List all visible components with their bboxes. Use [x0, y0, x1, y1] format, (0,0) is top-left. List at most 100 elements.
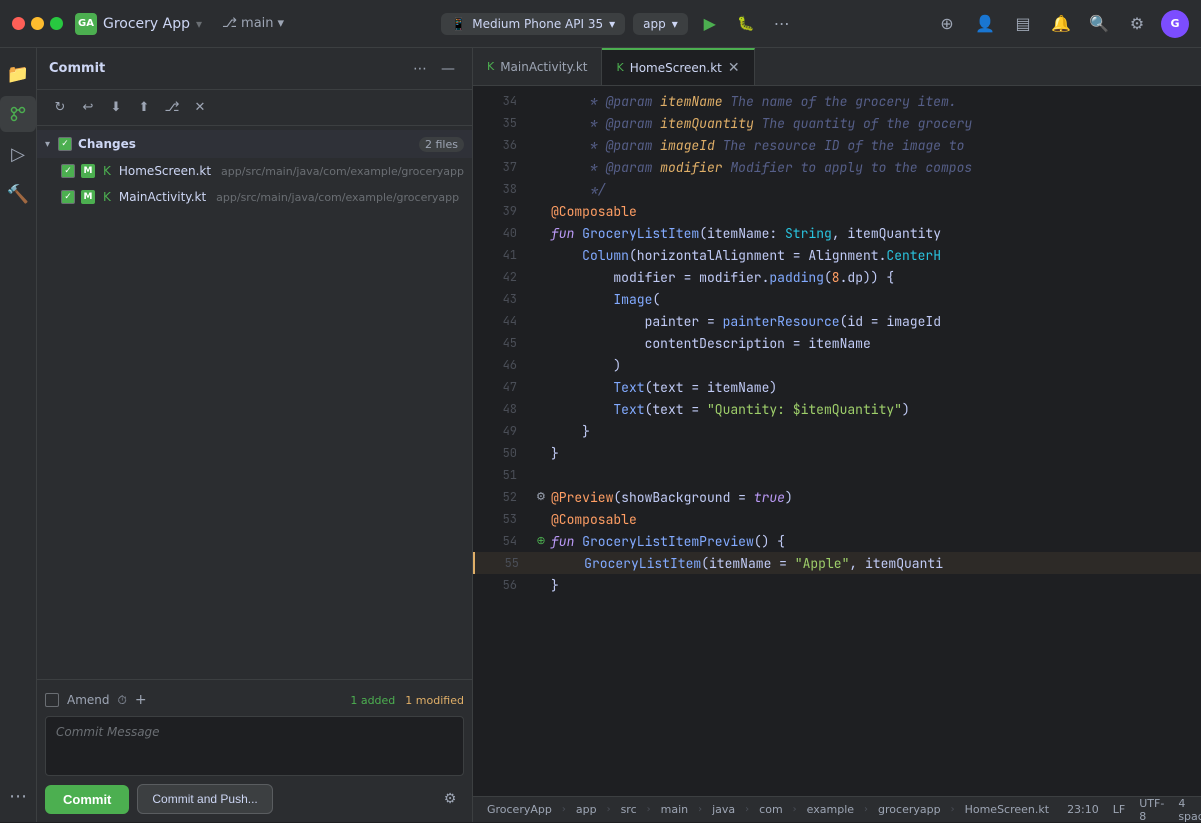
- push-btn[interactable]: ⬆: [131, 95, 157, 121]
- charset[interactable]: UTF-8: [1133, 797, 1170, 823]
- settings-icon[interactable]: ⚙: [1123, 10, 1151, 38]
- code-line: 50}: [473, 442, 1201, 464]
- indent-setting[interactable]: 4 spaces: [1172, 797, 1201, 823]
- file-path-homescreen: app/src/main/java/com/example/groceryapp: [221, 165, 464, 178]
- branch-btn[interactable]: ⎇: [159, 95, 185, 121]
- target-selector[interactable]: app ▾: [633, 13, 688, 35]
- search-icon[interactable]: 🔍: [1085, 10, 1113, 38]
- chevron-down-icon: ▾: [45, 139, 50, 150]
- line-number: 43: [481, 291, 517, 307]
- line-number: 37: [481, 159, 517, 175]
- breadcrumb-item[interactable]: GroceryApp: [481, 803, 558, 816]
- undo-btn[interactable]: ↩: [75, 95, 101, 121]
- code-line: 52⚙@Preview(showBackground = true): [473, 486, 1201, 508]
- breadcrumb-separator: ›: [698, 804, 702, 815]
- tab-label-mainactivity: MainActivity.kt: [500, 60, 587, 74]
- tab-homescreen[interactable]: K HomeScreen.kt ✕: [602, 48, 754, 85]
- line-number: 52: [481, 489, 517, 505]
- minimize-window-btn[interactable]: [31, 17, 44, 30]
- breadcrumb-item[interactable]: HomeScreen.kt: [959, 803, 1055, 816]
- activity-build[interactable]: 🔨: [0, 176, 36, 212]
- maximize-window-btn[interactable]: [50, 17, 63, 30]
- breadcrumb-item[interactable]: example: [801, 803, 860, 816]
- line-content: * @param modifier Modifier to apply to t…: [551, 159, 972, 176]
- titlebar: GA Grocery App ▾ ⎇ main ▾ 📱 Medium Phone…: [0, 0, 1201, 48]
- tab-mainactivity[interactable]: K MainActivity.kt: [473, 48, 603, 85]
- profile-icon[interactable]: 👤: [971, 10, 999, 38]
- amend-stats: 1 added 1 modified: [350, 694, 464, 707]
- line-number: 36: [481, 137, 517, 153]
- kotlin-file-icon-mainactivity: K: [103, 190, 111, 204]
- line-content: Text(text = "Quantity: $itemQuantity"): [551, 401, 910, 418]
- more-options-btn[interactable]: ⋯: [768, 10, 796, 38]
- line-content: @Composable: [551, 203, 637, 220]
- commit-message-placeholder: Commit Message: [56, 725, 160, 739]
- line-content: }: [551, 423, 590, 440]
- cursor-position[interactable]: 23:10: [1061, 803, 1105, 816]
- device-selector[interactable]: 📱 Medium Phone API 35 ▾: [441, 13, 625, 35]
- activity-more[interactable]: ⋯: [0, 778, 36, 814]
- user-avatar[interactable]: G: [1161, 10, 1189, 38]
- history-icon[interactable]: ⏱: [118, 693, 127, 708]
- activity-files[interactable]: 📁: [0, 56, 36, 92]
- breadcrumb-separator: ›: [951, 804, 955, 815]
- select-all-checkbox[interactable]: [58, 137, 72, 151]
- code-line: 55 GroceryListItem(itemName = "Apple", i…: [473, 552, 1201, 574]
- expand-icon[interactable]: ⋯: [408, 57, 432, 81]
- refresh-btn[interactable]: ↻: [47, 95, 73, 121]
- breadcrumb-item[interactable]: com: [753, 803, 789, 816]
- breadcrumb-item[interactable]: main: [655, 803, 694, 816]
- code-editor[interactable]: 34 * @param itemName The name of the gro…: [473, 86, 1201, 796]
- run-manager-icon[interactable]: ▤: [1009, 10, 1037, 38]
- run-button[interactable]: ▶: [696, 10, 724, 38]
- line-content: contentDescription = itemName: [551, 335, 871, 352]
- kotlin-file-icon-homescreen: K: [103, 164, 111, 178]
- code-line: 56}: [473, 574, 1201, 596]
- line-number: 50: [481, 445, 517, 461]
- file-checkbox-mainactivity[interactable]: [61, 190, 75, 204]
- code-line: 43 Image(: [473, 288, 1201, 310]
- breadcrumb-item[interactable]: java: [706, 803, 741, 816]
- breadcrumb: GroceryApp›app›src›main›java›com›example…: [481, 803, 1055, 816]
- breadcrumb-item[interactable]: src: [615, 803, 643, 816]
- notifications-icon[interactable]: 🔔: [1047, 10, 1075, 38]
- add-icon[interactable]: +: [135, 692, 147, 708]
- code-line: 47 Text(text = itemName): [473, 376, 1201, 398]
- code-line: 48 Text(text = "Quantity: $itemQuantity"…: [473, 398, 1201, 420]
- line-content: Text(text = itemName): [551, 379, 777, 396]
- tab-close-homescreen[interactable]: ✕: [728, 60, 740, 76]
- statusbar-right: 23:10 LF UTF-8 4 spaces ⛶ 🔍: [1061, 797, 1201, 823]
- vcs-icon[interactable]: ⊕: [933, 10, 961, 38]
- debug-button[interactable]: 🐛: [732, 10, 760, 38]
- commit-message-input[interactable]: Commit Message: [45, 716, 464, 776]
- breadcrumb-separator: ›: [745, 804, 749, 815]
- changes-header[interactable]: ▾ Changes 2 files: [37, 130, 472, 158]
- breadcrumb-item[interactable]: groceryapp: [872, 803, 947, 816]
- indent-text: 4 spaces: [1178, 797, 1201, 823]
- line-content: * @param itemQuantity The quantity of th…: [551, 115, 972, 132]
- line-endings[interactable]: LF: [1107, 803, 1131, 816]
- line-content: @Composable: [551, 511, 637, 528]
- activity-run[interactable]: ▷: [0, 136, 36, 172]
- editor-panel: K MainActivity.kt K HomeScreen.kt ✕ ⋯ 🔔 …: [473, 48, 1201, 822]
- commit-push-button[interactable]: Commit and Push...: [137, 784, 272, 814]
- breadcrumb-item[interactable]: app: [570, 803, 603, 816]
- commit-button[interactable]: Commit: [45, 785, 129, 814]
- amend-checkbox[interactable]: [45, 693, 59, 707]
- collapse-icon[interactable]: —: [436, 57, 460, 81]
- app-dropdown-icon[interactable]: ▾: [196, 17, 202, 31]
- close-window-btn[interactable]: [12, 17, 25, 30]
- commit-actions: Commit Commit and Push... ⚙: [45, 784, 464, 814]
- fetch-btn[interactable]: ⬇: [103, 95, 129, 121]
- file-item-mainactivity[interactable]: M K MainActivity.kt app/src/main/java/co…: [37, 184, 472, 210]
- close-toolbar-btn[interactable]: ✕: [187, 95, 213, 121]
- file-path-mainactivity: app/src/main/java/com/example/groceryapp: [216, 191, 459, 204]
- panel-header: Commit ⋯ —: [37, 48, 472, 90]
- commit-settings-btn[interactable]: ⚙: [436, 785, 464, 813]
- file-item-homescreen[interactable]: M K HomeScreen.kt app/src/main/java/com/…: [37, 158, 472, 184]
- activity-vcs[interactable]: [0, 96, 36, 132]
- file-checkbox-homescreen[interactable]: [61, 164, 75, 178]
- line-content: * @param itemName The name of the grocer…: [551, 93, 957, 110]
- line-content: */: [551, 181, 606, 198]
- branch-selector[interactable]: ⎇ main ▾: [222, 16, 284, 31]
